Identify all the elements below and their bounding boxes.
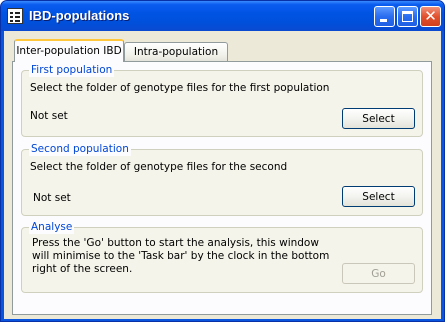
close-button[interactable]: ✕ <box>420 6 441 27</box>
first-population-select-button[interactable]: Select <box>342 108 415 129</box>
first-population-title: First population <box>29 63 115 77</box>
second-population-status: Not set <box>33 192 71 204</box>
tab-panel-inter-population: First population Select the folder of ge… <box>12 61 432 315</box>
go-button[interactable]: Go <box>342 263 415 284</box>
second-population-group: Second population Select the folder of g… <box>21 142 423 216</box>
analyse-group: Analyse Press the 'Go' button to start t… <box>21 220 423 293</box>
close-icon: ✕ <box>424 7 437 25</box>
minimize-icon <box>380 19 387 22</box>
window-client-area: Inter-population IBD Intra-population IB… <box>4 31 441 319</box>
title-bar[interactable]: IBD-populations ✕ <box>1 1 444 31</box>
window-title: IBD-populations <box>29 8 130 23</box>
first-population-status: Not set <box>30 110 68 122</box>
maximize-button[interactable] <box>397 6 418 27</box>
first-population-description: Select the folder of genotype files for … <box>30 82 330 94</box>
tab-inter-population-ibd[interactable]: Inter-population IBD <box>14 39 124 62</box>
app-window: IBD-populations ✕ Inter-population IBD I… <box>0 0 445 322</box>
tab-intra-population-ibd[interactable]: Intra-population IBD <box>124 42 228 76</box>
minimize-button[interactable] <box>374 6 395 27</box>
analyse-title: Analyse <box>29 220 75 234</box>
app-icon[interactable] <box>7 8 23 24</box>
maximize-icon <box>402 11 413 22</box>
second-population-title: Second population <box>29 142 131 156</box>
second-population-description: Select the folder of genotype files for … <box>30 161 288 173</box>
second-population-select-button[interactable]: Select <box>342 186 415 207</box>
analyse-description: Press the 'Go' button to start the analy… <box>32 237 330 275</box>
first-population-group: First population Select the folder of ge… <box>21 63 423 137</box>
